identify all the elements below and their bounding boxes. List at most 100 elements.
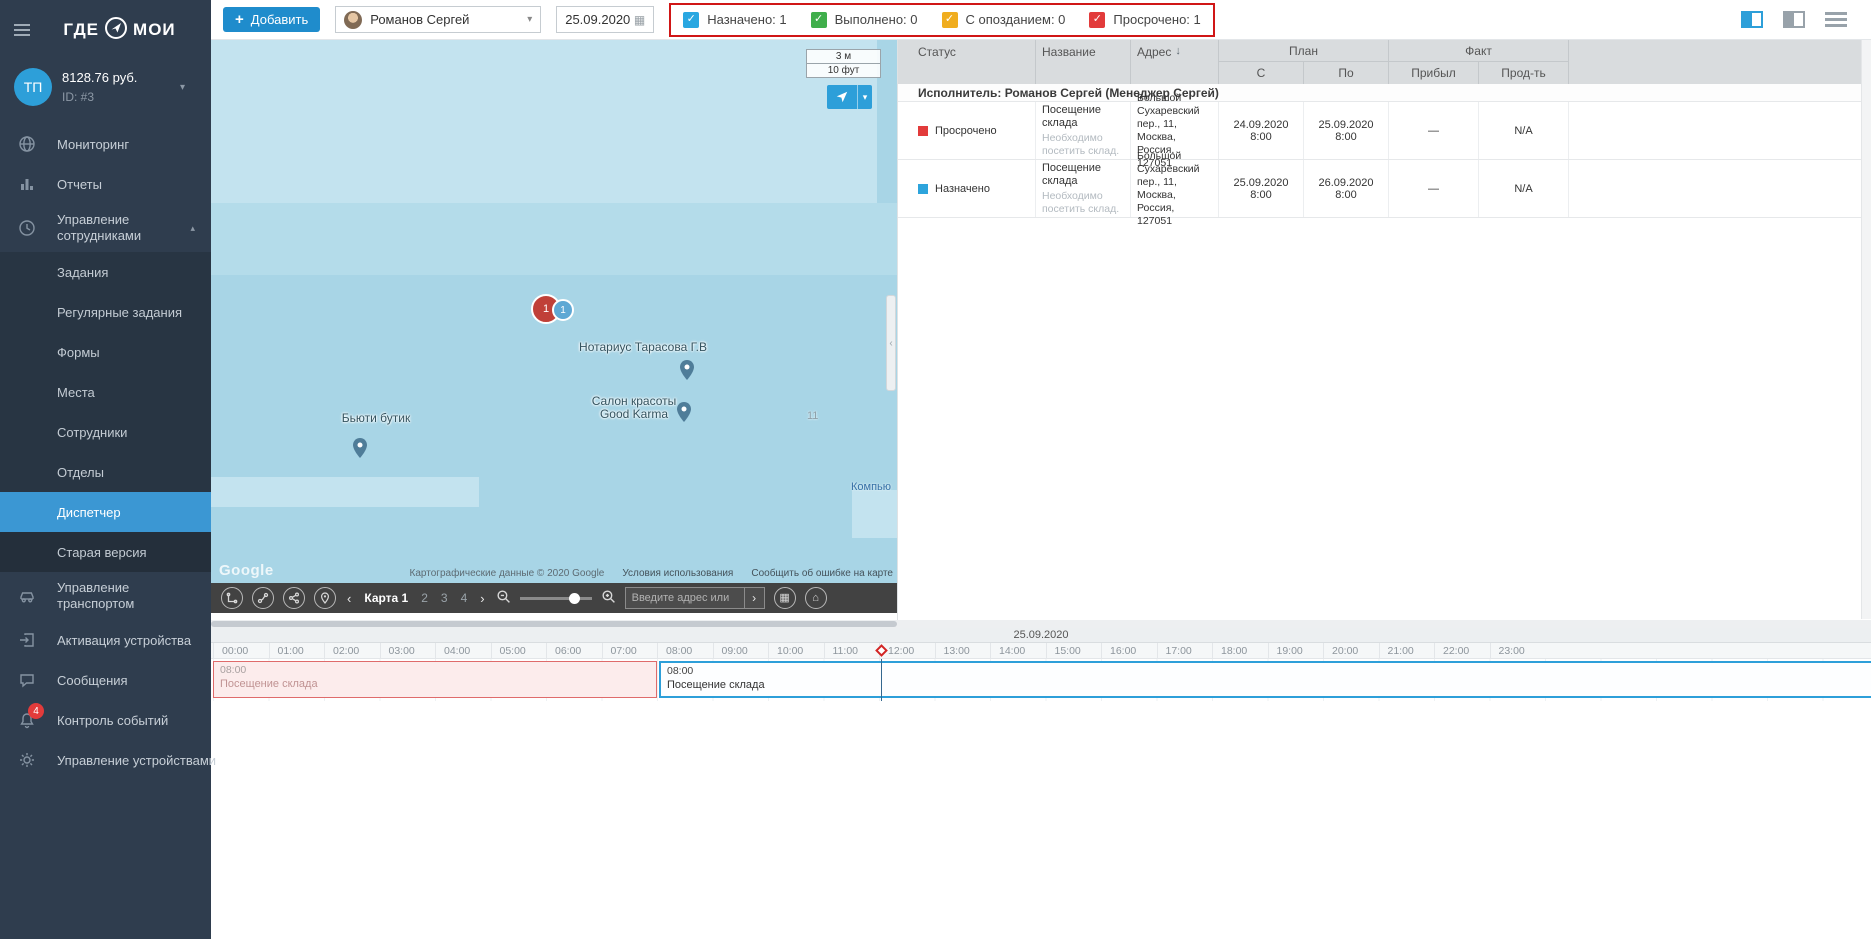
table-row[interactable]: Назначено Посещение склада Необходимо по… (898, 160, 1871, 218)
add-task-button[interactable]: + Добавить (223, 7, 320, 32)
share-button[interactable] (283, 587, 305, 609)
timeline-scrollbar-thumb[interactable] (211, 621, 897, 627)
zoom-out-icon[interactable] (496, 589, 511, 607)
sidebar-item-device-activation[interactable]: Активация устройства (0, 620, 211, 660)
cell-plan-from: 25.09.2020 8:00 (1219, 160, 1304, 217)
draw-area-button[interactable] (221, 587, 243, 609)
checkbox-late[interactable]: ✓ (942, 12, 958, 28)
checkbox-completed[interactable]: ✓ (811, 12, 827, 28)
timeline-bar-overdue[interactable]: 08:00 Посещение склада (213, 661, 657, 698)
checkbox-assigned[interactable]: ✓ (683, 12, 699, 28)
timeline-hour: 15:00 (1046, 643, 1101, 659)
timeline-hour: 18:00 (1212, 643, 1267, 659)
poi-building-button[interactable]: ▦ (774, 587, 796, 609)
sidebar-item-forms[interactable]: Формы (0, 332, 211, 372)
tracks-button[interactable] (252, 587, 274, 609)
map-house-number: 11 (807, 410, 818, 422)
map-pin-icon[interactable] (353, 438, 367, 458)
sidebar-item-transport-management[interactable]: Управление транспортом (0, 572, 211, 620)
layout-table-button[interactable] (1825, 11, 1847, 28)
column-header-name[interactable]: Название (1036, 40, 1131, 84)
column-header-plan-to[interactable]: По (1304, 62, 1388, 84)
map-page-2[interactable]: 2 (421, 591, 428, 605)
sidebar-item-staff-management[interactable]: Управление сотрудниками ▴ (0, 204, 211, 252)
zoom-in-icon[interactable] (601, 589, 616, 607)
table-row[interactable]: Просрочено Посещение склада Необходимо п… (898, 102, 1871, 160)
map-page-4[interactable]: 4 (461, 591, 468, 605)
sidebar-item-regular-tasks[interactable]: Регулярные задания (0, 292, 211, 332)
cell-plan-to: 26.09.2020 8:00 (1304, 160, 1389, 217)
filter-overdue[interactable]: ✓ Просрочено: 1 (1089, 12, 1200, 28)
sidebar-item-label: Места (57, 385, 95, 400)
sidebar-item-places[interactable]: Места (0, 372, 211, 412)
sidebar-item-old-version[interactable]: Старая версия (0, 532, 211, 572)
globe-icon (18, 135, 36, 153)
timeline-hour: 00:00 (213, 643, 268, 659)
table-scrollbar[interactable] (1861, 40, 1871, 619)
sidebar-item-dispatcher[interactable]: Диспетчер (0, 492, 211, 532)
column-header-duration[interactable]: Прод-ть (1479, 62, 1568, 84)
map-page-3[interactable]: 3 (441, 591, 448, 605)
date-picker[interactable]: 25.09.2020 ▦ (556, 6, 654, 33)
chevron-down-icon[interactable]: ▾ (857, 85, 872, 109)
check-icon: ✓ (687, 14, 696, 25)
sidebar-item-departments[interactable]: Отделы (0, 452, 211, 492)
cell-plan-from: 24.09.2020 8:00 (1219, 102, 1304, 159)
sidebar-item-tasks[interactable]: Задания (0, 252, 211, 292)
timeline-scrollbar[interactable] (211, 620, 1871, 628)
status-square-overdue (918, 126, 928, 136)
timeline-date-header: 25.09.2020 (211, 628, 1871, 643)
sidebar-item-device-management[interactable]: Управление устройствами (0, 740, 211, 780)
sidebar-item-messages[interactable]: Сообщения (0, 660, 211, 700)
sidebar-collapse-button[interactable] (12, 20, 32, 40)
panel-splitter-handle[interactable]: ‹ (886, 295, 896, 391)
bar-start-time: 08:00 (220, 664, 650, 677)
checkbox-overdue[interactable]: ✓ (1089, 12, 1105, 28)
sidebar-header: ГДЕ МОИ (0, 0, 211, 60)
column-header-plan-from[interactable]: С (1219, 62, 1304, 84)
column-header-status[interactable]: Статус (898, 40, 1036, 84)
zoom-slider[interactable] (520, 597, 592, 600)
filter-completed[interactable]: ✓ Выполнено: 0 (811, 12, 918, 28)
cell-spacer (1569, 102, 1871, 159)
logo-text-right: МОИ (133, 20, 176, 40)
sidebar-item-monitoring[interactable]: Мониторинг (0, 124, 211, 164)
map-canvas[interactable]: 3 м 10 фут ▾ 1 1 Нотариус Тарасова Г.В С… (211, 40, 897, 583)
map-terms-link[interactable]: Условия использования (622, 568, 733, 579)
timeline-bar-assigned[interactable]: 08:00 Посещение склада (659, 661, 1871, 698)
sidebar-item-label: Контроль событий (57, 713, 168, 728)
filter-assigned[interactable]: ✓ Назначено: 1 (683, 12, 786, 28)
prev-map-button[interactable]: ‹ (345, 591, 353, 606)
map-page-current[interactable]: Карта 1 (364, 591, 408, 605)
address-input[interactable] (626, 588, 744, 608)
filter-late[interactable]: ✓ С опозданием: 0 (942, 12, 1066, 28)
chevron-down-icon[interactable]: ▾ (180, 82, 185, 93)
map-report-error-link[interactable]: Сообщить об ошибке на карте (751, 568, 893, 579)
map-attribution-text: Картографические данные © 2020 Google (410, 568, 605, 579)
check-icon: ✓ (945, 14, 954, 25)
address-go-button[interactable]: › (744, 588, 764, 608)
status-label: Просрочено (935, 125, 997, 137)
address-search: › (625, 587, 765, 609)
employee-select[interactable]: Романов Сергей ▾ (335, 6, 541, 33)
employee-avatar (344, 11, 362, 29)
map-pin-icon[interactable] (677, 402, 691, 422)
layout-split-button[interactable] (1783, 11, 1805, 28)
layout-map-table-button[interactable] (1741, 11, 1763, 28)
next-map-button[interactable]: › (478, 591, 486, 606)
map-cluster-assigned[interactable]: 1 (552, 299, 574, 321)
column-header-arrived[interactable]: Прибыл (1389, 62, 1479, 84)
sidebar-item-event-control[interactable]: 4 Контроль событий (0, 700, 211, 740)
sidebar-item-reports[interactable]: Отчеты (0, 164, 211, 204)
map-locate-button[interactable]: ▾ (827, 85, 872, 109)
column-header-fact: Факт (1389, 40, 1568, 62)
places-layer-button[interactable] (314, 587, 336, 609)
zoom-slider-thumb[interactable] (569, 593, 580, 604)
home-view-button[interactable]: ⌂ (805, 587, 827, 609)
user-account[interactable]: ТП 8128.76 руб. ID: #3 ▾ (0, 60, 211, 124)
column-header-address[interactable]: Адрес ↓ (1131, 40, 1219, 84)
status-filters: ✓ Назначено: 1 ✓ Выполнено: 0 ✓ С опозда… (669, 3, 1215, 37)
sidebar-item-employees[interactable]: Сотрудники (0, 412, 211, 452)
column-header-address-label: Адрес (1137, 45, 1171, 59)
map-pin-icon[interactable] (680, 360, 694, 380)
